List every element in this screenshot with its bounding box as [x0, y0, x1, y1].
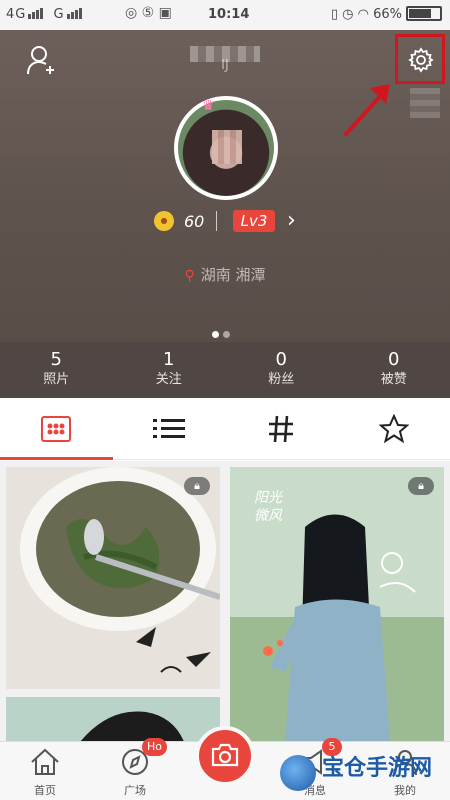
list-view-icon: [152, 418, 185, 438]
crown-icon: ♛: [202, 98, 215, 114]
gear-icon[interactable]: [408, 47, 434, 73]
soup-bowl-image: [6, 467, 220, 689]
lock-icon: 🔒︎: [408, 477, 434, 495]
partial-photo-image: [6, 697, 220, 741]
clock: 10:14: [208, 7, 250, 22]
battery-percent: 66%: [373, 7, 402, 22]
stat-label: 粉丝: [268, 372, 295, 387]
home-icon: [31, 748, 59, 775]
annotation-arrow: [344, 84, 390, 136]
photo-caption: 阳光 微风: [254, 490, 282, 524]
location-text: 湖南 湘潭: [200, 266, 266, 284]
settings-highlight-box: [395, 34, 445, 84]
nav-label: 首页: [34, 784, 56, 797]
network-label-2: G: [53, 7, 65, 22]
photo-soup[interactable]: 🔒︎: [6, 467, 220, 689]
battery-icon: [406, 6, 442, 21]
level-badge[interactable]: Lv3: [233, 210, 275, 232]
hashtag-icon: [269, 415, 294, 442]
tab-list-view[interactable]: [113, 398, 226, 459]
view-tabs: [0, 398, 450, 460]
stat-following[interactable]: 1 关注: [113, 342, 226, 398]
stat-label: 被赞: [380, 372, 407, 387]
tab-hashtag[interactable]: [225, 398, 338, 459]
page-dot: [223, 331, 230, 338]
profile-stats: 5 照片 1 关注 0 粉丝 0 被赞: [0, 342, 450, 398]
stat-label: 关注: [155, 372, 182, 387]
network-label-1: 4G: [6, 7, 27, 22]
nav-camera[interactable]: [180, 726, 270, 800]
lock-icon: 🔒︎: [184, 477, 210, 495]
location: ⚲ 湖南 湘潭: [0, 264, 450, 285]
tab-grid-view[interactable]: [0, 398, 113, 460]
nav-label: 广场: [124, 784, 146, 797]
camera-button[interactable]: [195, 726, 255, 786]
divider: [216, 211, 217, 231]
status-right: ▯ ◷ ◠ 66%: [331, 6, 442, 22]
blurred-region: [410, 88, 440, 118]
nav-home[interactable]: 首页: [0, 742, 90, 800]
notification-icons: ◎ ⑤ ▣: [125, 5, 172, 21]
site-watermark: 宝仓手游网 BAOCANGSHOUYOUWANG: [274, 751, 450, 800]
star-icon: [378, 413, 409, 443]
signal-icon: [28, 8, 44, 23]
stat-count: 5: [50, 349, 62, 370]
stat-count: 1: [163, 349, 175, 370]
level-row: ● 60 Lv3 ›: [0, 208, 450, 234]
location-pin-icon: ⚲: [184, 268, 195, 284]
network-status: 4G G: [6, 7, 87, 23]
status-bar: 4G G ◎ ⑤ ▣ 10:14 ▯ ◷ ◠ 66%: [0, 0, 450, 30]
watermark-logo: [280, 755, 316, 791]
nav-square[interactable]: Ho 广场: [90, 738, 180, 800]
stat-count: 0: [388, 349, 400, 370]
signal-icon: [66, 8, 83, 23]
page-indicator: [212, 323, 234, 342]
page-dot-active: [212, 331, 219, 338]
profile-header: 4G G ◎ ⑤ ▣ 10:14 ▯ ◷ ◠ 66% IJ ♛ ● 60 Lv3…: [0, 0, 450, 398]
watermark-sub: BAOCANGSHOUYOUWANG: [322, 785, 432, 800]
photo-girl[interactable]: 阳光 微风 🔒︎: [230, 467, 444, 741]
stat-count: 0: [275, 349, 287, 370]
add-friend-icon[interactable]: [26, 44, 58, 76]
avatar[interactable]: [174, 96, 278, 200]
photo-grid: 🔒︎ 阳光 微风 🔒︎: [0, 461, 450, 741]
coin-icon: ●: [154, 211, 174, 231]
username: IJ: [160, 40, 290, 76]
stat-followers[interactable]: 0 粉丝: [225, 342, 338, 398]
stat-label: 照片: [43, 372, 70, 387]
stat-photos[interactable]: 5 照片: [0, 342, 113, 398]
tab-favorites[interactable]: [338, 398, 450, 459]
grid-view-icon: [41, 415, 72, 442]
coin-count: 60: [184, 212, 205, 231]
stat-likes[interactable]: 0 被赞: [338, 342, 450, 398]
camera-icon: [211, 743, 239, 767]
square-badge: Ho: [142, 738, 168, 756]
photo-partial[interactable]: [6, 697, 220, 741]
chevron-right-icon[interactable]: ›: [287, 208, 296, 234]
watermark-brand: 宝仓手游网: [322, 756, 433, 781]
